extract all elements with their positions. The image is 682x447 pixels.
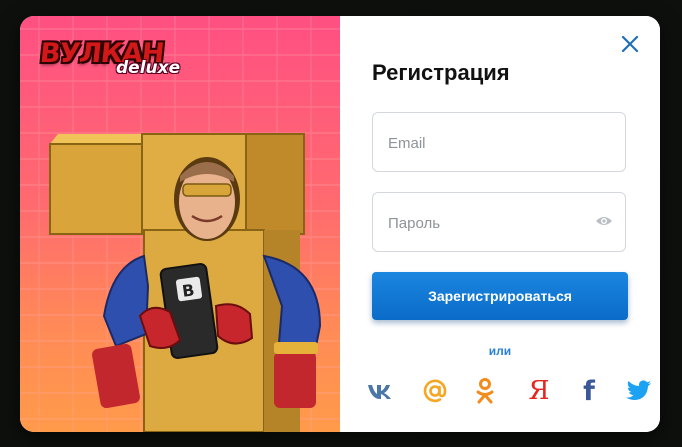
password-field[interactable] <box>372 192 626 253</box>
password-input[interactable] <box>386 193 590 253</box>
register-button[interactable]: Зарегистрироваться <box>372 272 628 320</box>
close-button[interactable] <box>618 32 642 56</box>
yandex-login-button[interactable]: Я <box>524 376 554 406</box>
registration-form-panel: Регистрация Зарегистрироваться или <box>340 16 660 432</box>
form-title: Регистрация <box>372 60 510 85</box>
close-icon <box>621 35 639 53</box>
vk-login-button[interactable] <box>366 376 396 406</box>
twitter-icon <box>626 380 651 400</box>
registration-modal: ВУЛКАН deluxe B Регистрация Email Зареги… <box>20 16 660 432</box>
eye-icon[interactable] <box>595 215 613 227</box>
ok-icon <box>476 378 494 404</box>
yandex-icon: Я <box>528 376 550 406</box>
at-icon <box>423 379 447 403</box>
promo-banner: ВУЛКАН deluxe B <box>20 16 340 432</box>
or-divider: или <box>488 344 512 358</box>
social-login-row: Я f <box>364 375 651 407</box>
mail-login-button[interactable] <box>420 376 450 406</box>
ok-login-button[interactable] <box>470 376 500 406</box>
mascot-illustration: B <box>49 133 322 432</box>
facebook-icon: f <box>583 375 595 407</box>
facebook-login-button[interactable]: f <box>574 375 604 407</box>
email-input[interactable] <box>386 113 590 173</box>
vk-icon <box>368 385 391 399</box>
email-field[interactable] <box>372 112 626 173</box>
twitter-login-button[interactable] <box>624 376 654 406</box>
